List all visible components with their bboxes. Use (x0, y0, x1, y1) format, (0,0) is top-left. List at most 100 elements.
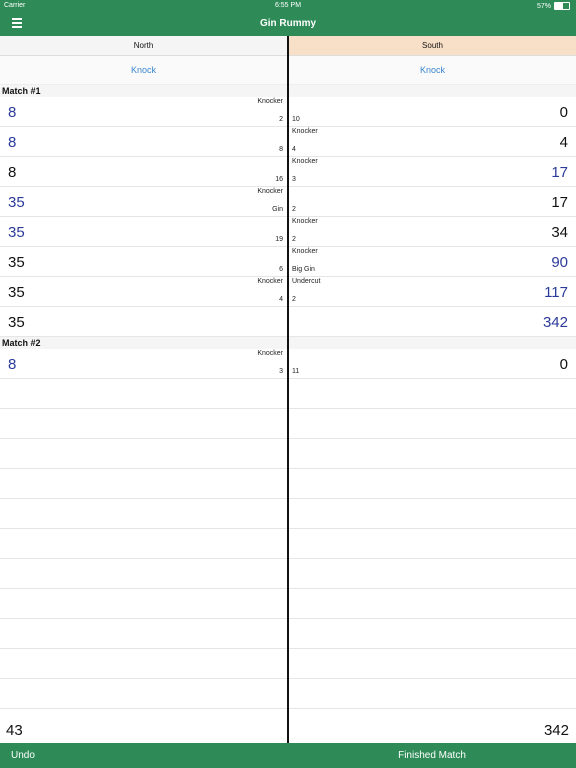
table-row[interactable]: 90 Knocker Big Gin (289, 247, 576, 277)
round-points-label: Big Gin (292, 266, 315, 273)
empty-row (0, 649, 287, 679)
knock-button-south[interactable]: Knock (289, 56, 576, 85)
table-row[interactable]: 35 (0, 307, 287, 337)
round-score: 8 (8, 356, 17, 373)
round-role-label: Knocker (257, 350, 283, 357)
table-row[interactable]: 8 Knocker 2 (0, 97, 287, 127)
round-points-label: 10 (292, 116, 300, 123)
empty-row (289, 439, 576, 469)
empty-row (0, 529, 287, 559)
table-row[interactable]: 35 19 (0, 217, 287, 247)
empty-row (0, 619, 287, 649)
match-header: Match #2 (0, 337, 289, 349)
round-score: 17 (551, 164, 568, 181)
round-points-label: 3 (279, 368, 283, 375)
round-points-label: 2 (292, 236, 296, 243)
battery-area: 57% (537, 2, 570, 10)
round-points-label: 4 (292, 146, 296, 153)
round-points-label: 16 (275, 176, 283, 183)
empty-row (289, 529, 576, 559)
empty-row (289, 469, 576, 499)
round-points-label: 2 (279, 116, 283, 123)
total-south: 342 (543, 722, 569, 739)
round-points-label: 19 (275, 236, 283, 243)
battery-icon (554, 2, 570, 10)
player-header-north: North (0, 36, 287, 56)
round-points-label: 8 (279, 146, 283, 153)
table-row[interactable]: 0 11 (289, 349, 576, 379)
round-points-label: 4 (279, 296, 283, 303)
round-score: 4 (559, 134, 568, 151)
round-role-label: Undercut (292, 278, 321, 285)
round-score: 34 (551, 224, 568, 241)
empty-row (0, 409, 287, 439)
table-row[interactable]: 17 2 (289, 187, 576, 217)
empty-row (289, 499, 576, 529)
round-score: 8 (8, 164, 17, 181)
table-row[interactable]: 8 Knocker 3 (0, 349, 287, 379)
round-score: 117 (544, 284, 568, 301)
total-north: 43 (6, 722, 23, 739)
battery-percent: 57% (536, 2, 551, 10)
round-score: 90 (551, 254, 568, 271)
round-score: 35 (8, 224, 25, 241)
clock: 6:55 PM (274, 2, 302, 9)
table-row[interactable]: 88 (0, 127, 287, 157)
round-points-label: 3 (292, 176, 296, 183)
round-role-label: Knocker (257, 188, 283, 195)
round-score: 35 (8, 194, 25, 211)
empty-row (0, 559, 287, 589)
round-role-label: Knocker (292, 158, 318, 165)
table-row[interactable]: 0 10 (289, 97, 576, 127)
empty-row (0, 499, 287, 529)
table-row[interactable]: 117 Undercut 2 (289, 277, 576, 307)
round-points-label: 6 (279, 266, 283, 273)
round-role-label: Knocker (292, 128, 318, 135)
table-row[interactable]: 34 Knocker 2 (289, 217, 576, 247)
round-score: 0 (559, 356, 568, 373)
empty-row (0, 379, 287, 409)
round-points-label: 2 (292, 296, 296, 303)
empty-row (0, 469, 287, 499)
empty-row (289, 559, 576, 589)
round-score: 35 (8, 314, 25, 331)
empty-row (289, 649, 576, 679)
app-title: Gin Rummy (259, 18, 317, 29)
finished-match-button[interactable]: Finished Match (288, 750, 576, 761)
round-points-label: 11 (292, 368, 300, 375)
round-role-label: Knocker (257, 278, 283, 285)
round-score: 17 (551, 194, 568, 211)
knock-button-north[interactable]: Knock (0, 56, 287, 85)
empty-row (289, 679, 576, 709)
round-score: 35 (8, 284, 25, 301)
nav-bar: Gin Rummy (0, 12, 576, 36)
empty-row (289, 619, 576, 649)
match-header: Match #1 (0, 85, 289, 97)
round-score: 35 (8, 254, 25, 271)
table-row[interactable]: 35 Knocker Gin (0, 187, 287, 217)
table-row[interactable]: 35 6 (0, 247, 287, 277)
round-role-label: Knocker (257, 98, 283, 105)
player-header-south: South (289, 36, 576, 56)
empty-row (0, 589, 287, 619)
empty-row (0, 439, 287, 469)
table-row[interactable]: 17 Knocker 3 (289, 157, 576, 187)
round-score: 342 (542, 314, 568, 331)
match-header-spacer (289, 337, 576, 349)
table-row[interactable]: 342 (289, 307, 576, 337)
status-bar: Carrier 6:55 PM 57% (0, 0, 576, 12)
round-score: 0 (559, 104, 568, 121)
bottom-toolbar: Undo Finished Match (0, 743, 576, 768)
empty-row (289, 379, 576, 409)
round-score: 8 (8, 134, 17, 151)
undo-button[interactable]: Undo (11, 750, 35, 761)
round-points-label: 2 (292, 206, 296, 213)
table-row[interactable]: 8 16 (0, 157, 287, 187)
round-role-label: Knocker (292, 248, 318, 255)
empty-row (289, 409, 576, 439)
round-points-label: Gin (272, 206, 283, 213)
empty-row (289, 589, 576, 619)
table-row[interactable]: 4 Knocker 4 (289, 127, 576, 157)
table-row[interactable]: 35 Knocker 4 (0, 277, 287, 307)
empty-row (0, 679, 287, 709)
